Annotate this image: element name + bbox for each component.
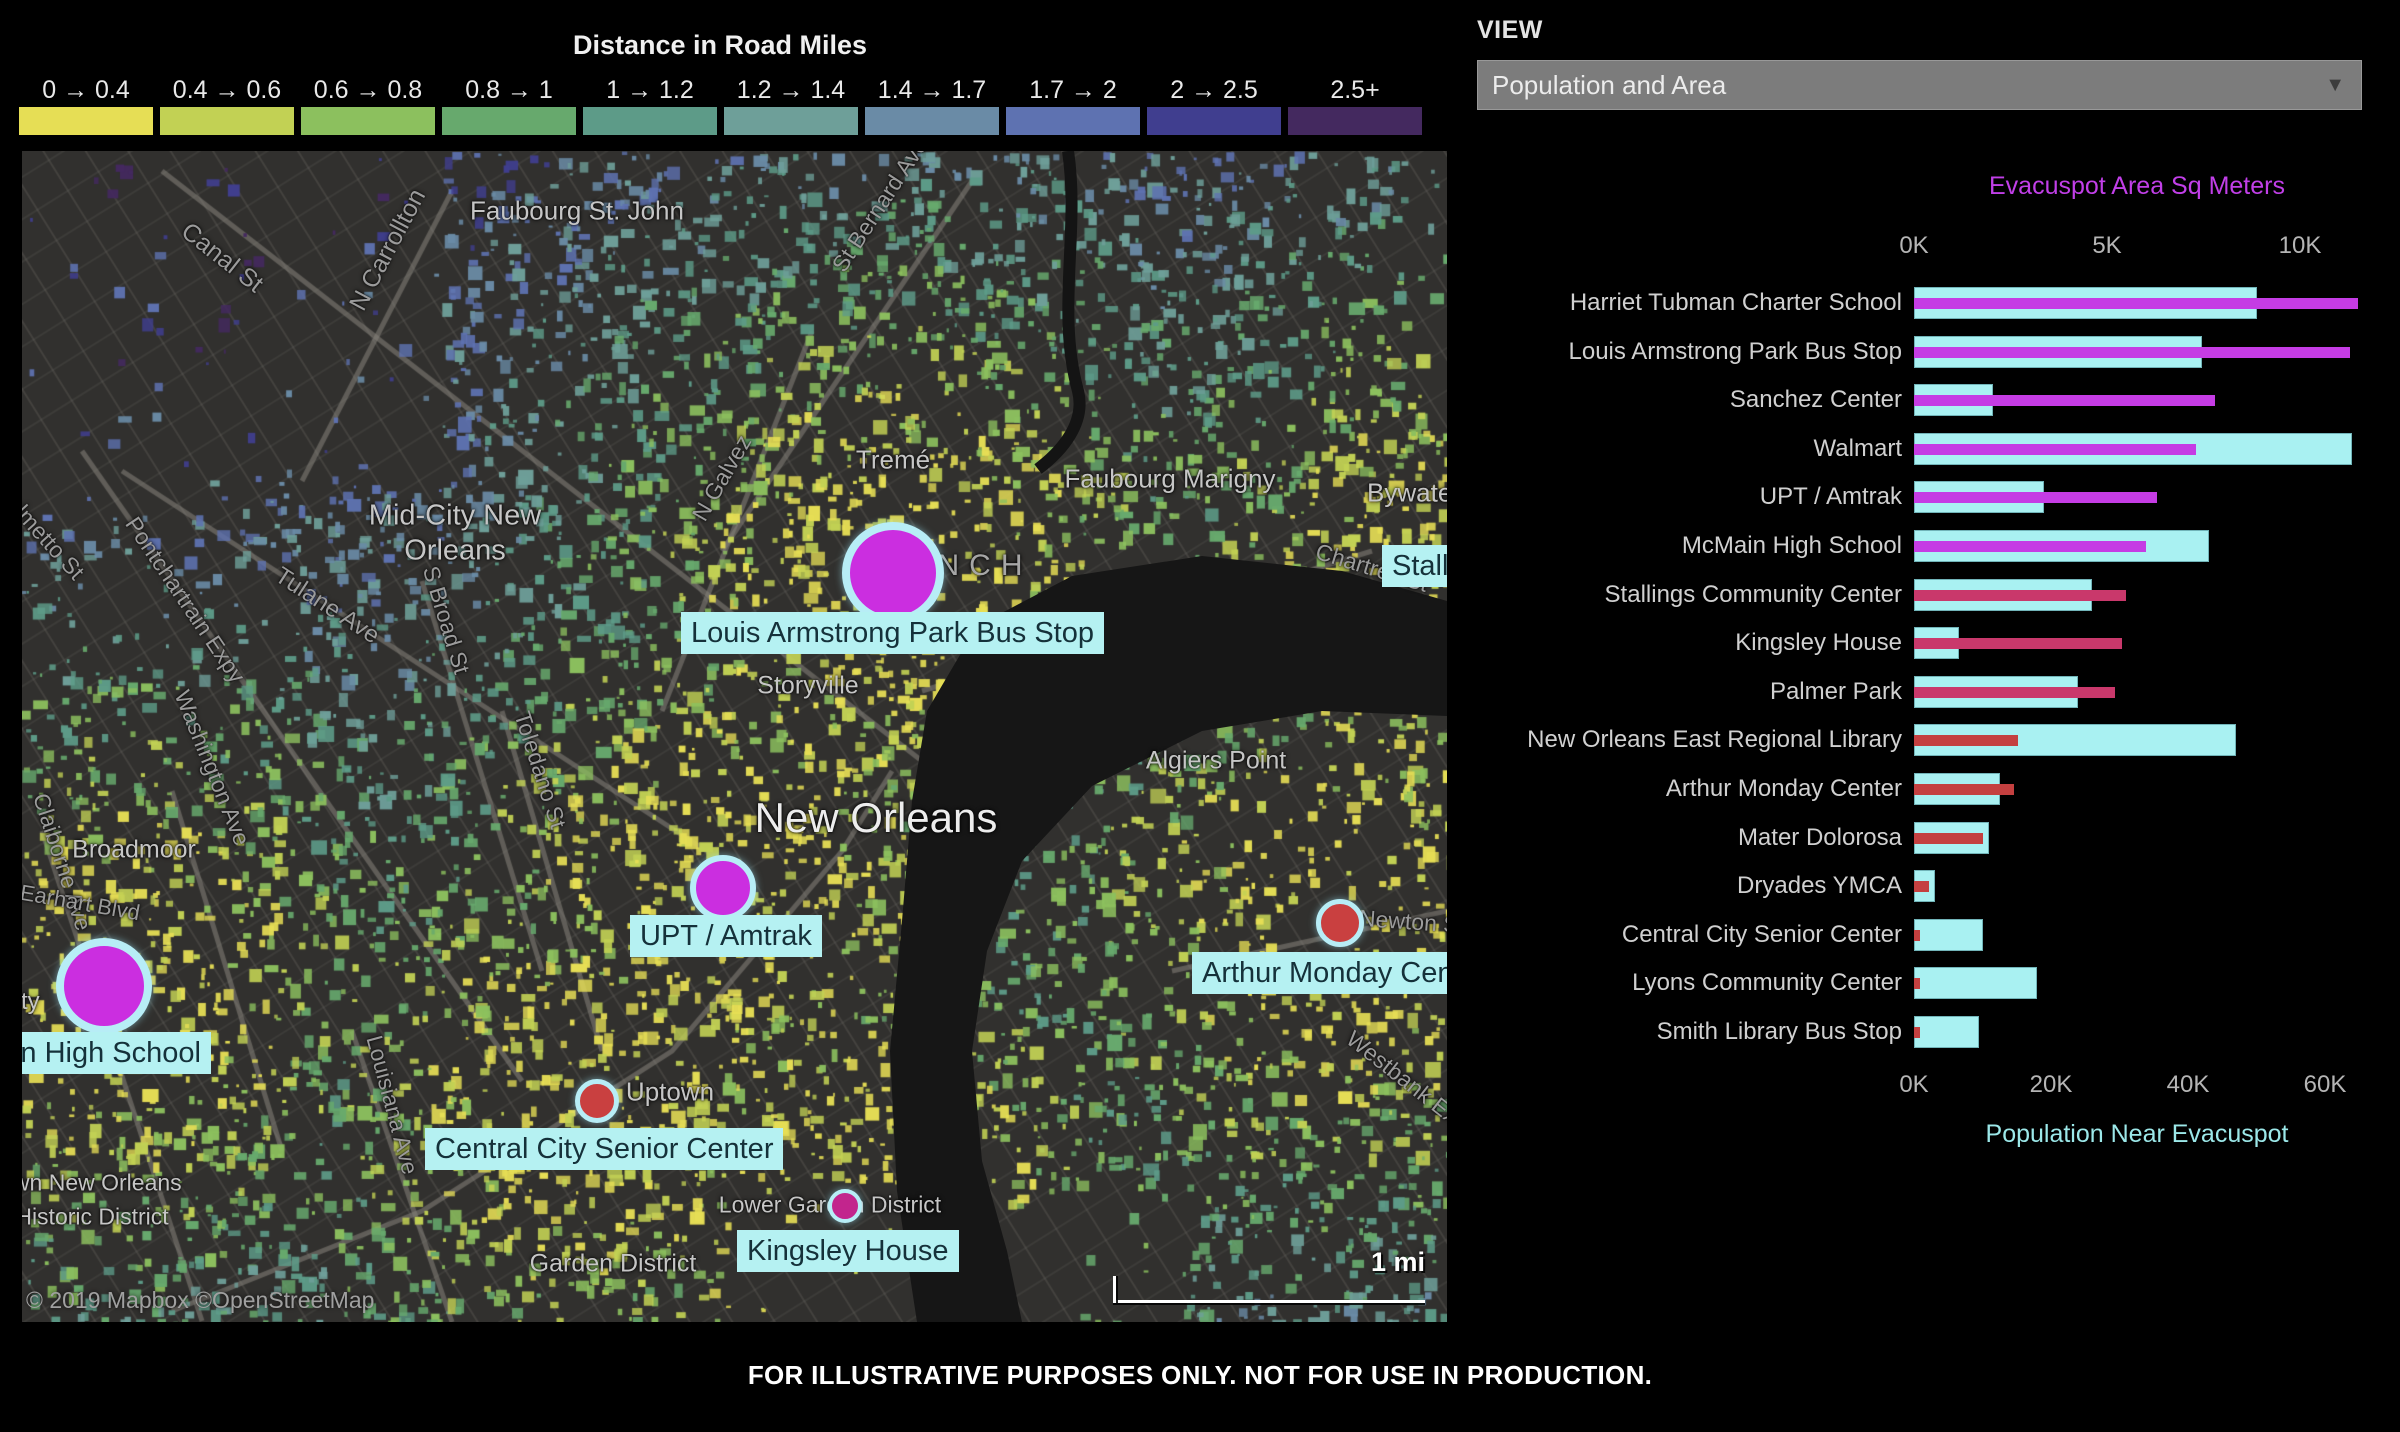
bar-row-label: Arthur Monday Center (1455, 774, 1902, 804)
evacuspot-label-arthur-monday-center: Arthur Monday Center (1192, 952, 1447, 994)
evacuspot-dot-central-city-senior-center[interactable] (575, 1079, 619, 1123)
map-area-label: Uptown New Orleans (22, 1170, 182, 1197)
bar-row-label: Stallings Community Center (1455, 580, 1902, 610)
evacuspot-dot-louis-armstrong-park-bus-stop[interactable] (842, 522, 944, 624)
scale-bar-tick (1113, 1276, 1116, 1303)
bar-row-label: Harriet Tubman Charter School (1455, 288, 1902, 318)
footer-disclaimer: FOR ILLUSTRATIVE PURPOSES ONLY. NOT FOR … (0, 1360, 2400, 1391)
bar-row-label: Smith Library Bus Stop (1455, 1017, 1902, 1047)
area-bar[interactable] (1914, 930, 1920, 941)
area-axis-tick: 5K (2067, 232, 2147, 260)
population-bar[interactable] (1914, 919, 1983, 951)
view-selected-value: Population and Area (1492, 61, 1726, 109)
scale-bar-label: 1 mi (1275, 1247, 1425, 1278)
area-bar[interactable] (1914, 347, 2350, 358)
area-bar[interactable] (1914, 395, 2215, 406)
population-bar[interactable] (1914, 967, 2037, 999)
legend-swatch[interactable] (583, 107, 717, 135)
evacuspot-dot-mcmain-high-school[interactable] (56, 938, 152, 1034)
bar-row-label: Mater Dolorosa (1455, 823, 1902, 853)
area-axis-title: Evacuspot Area Sq Meters (1914, 172, 2360, 201)
view-label: VIEW (1477, 16, 1543, 45)
bar-row-label: Central City Senior Center (1455, 920, 1902, 950)
map-area-label: Orleans (404, 535, 506, 568)
evacuspot-label-central-city-senior-center: Central City Senior Center (425, 1128, 783, 1170)
bar-row-label: Lyons Community Center (1455, 968, 1902, 998)
legend-swatch[interactable] (865, 107, 999, 135)
view-dropdown[interactable]: Population and Area ▼ (1477, 60, 2362, 110)
population-axis-title: Population Near Evacuspot (1914, 1120, 2360, 1149)
map-area-label: Storyville (757, 672, 858, 701)
population-axis-tick: 0K (1874, 1071, 1954, 1099)
area-bar[interactable] (1914, 881, 1929, 892)
evacuspot-label-kingsley-house: Kingsley House (737, 1230, 959, 1272)
map-area-label: Broadmoor (72, 836, 196, 865)
area-axis-tick: 0K (1874, 232, 1954, 260)
area-bar[interactable] (1914, 492, 2157, 503)
population-axis-tick: 40K (2148, 1071, 2228, 1099)
map[interactable]: Faubourg St. JohnCanal StN CarrolltonMid… (22, 151, 1447, 1322)
legend-swatch[interactable] (1006, 107, 1140, 135)
legend-title: Distance in Road Miles (0, 30, 1440, 61)
legend-swatch[interactable] (724, 107, 858, 135)
map-area-label: Tremé (856, 445, 930, 476)
area-bar[interactable] (1914, 638, 2122, 649)
bar-row-label: Kingsley House (1455, 628, 1902, 658)
legend-swatch[interactable] (160, 107, 294, 135)
population-axis-tick: 60K (2285, 1071, 2365, 1099)
bar-row-label: Dryades YMCA (1455, 871, 1902, 901)
area-bar[interactable] (1914, 590, 2126, 601)
evacuspot-label-louis-armstrong-park-bus-stop: Louis Armstrong Park Bus Stop (681, 612, 1104, 654)
map-area-label: Garden District (530, 1250, 697, 1279)
map-area-label: New Orleans (755, 794, 998, 842)
map-area-label: Algiers Point (1146, 747, 1286, 776)
map-area-label: Uptown (626, 1077, 714, 1108)
evacuspot-label-upt-amtrak: UPT / Amtrak (630, 915, 822, 957)
area-bar[interactable] (1914, 735, 2018, 746)
evacuspot-dot-kingsley-house[interactable] (828, 1189, 862, 1223)
map-area-label: Bywater (1367, 478, 1447, 509)
area-axis-tick: 10K (2260, 232, 2340, 260)
map-area-label: Historic District (22, 1204, 169, 1231)
bar-row-label: Walmart (1455, 434, 1902, 464)
legend-swatch[interactable] (1288, 107, 1422, 135)
bar-row-label: Palmer Park (1455, 677, 1902, 707)
map-area-label: Faubourg Marigny (1065, 464, 1276, 495)
legend-swatch[interactable] (1147, 107, 1281, 135)
evacuspot-dot-upt-amtrak[interactable] (690, 855, 756, 921)
population-axis-tick: 20K (2011, 1071, 2091, 1099)
legend-swatch[interactable] (442, 107, 576, 135)
area-bar[interactable] (1914, 298, 2358, 309)
scale-bar (1113, 1300, 1425, 1303)
bar-row-label: New Orleans East Regional Library (1455, 725, 1902, 755)
dashboard: { "legend": { "title": "Distance in Road… (0, 0, 2400, 1432)
legend-swatch[interactable] (19, 107, 153, 135)
map-area-label: University (22, 988, 40, 1016)
bar-row-label: Sanchez Center (1455, 385, 1902, 415)
area-bar[interactable] (1914, 833, 1983, 844)
evacuspot-dot-arthur-monday-center[interactable] (1316, 899, 1364, 947)
area-bar[interactable] (1914, 1027, 1920, 1038)
bar-row-label: McMain High School (1455, 531, 1902, 561)
area-bar[interactable] (1914, 784, 2014, 795)
legend-category-label: 2.5+ (1268, 76, 1442, 104)
bar-row-label: UPT / Amtrak (1455, 482, 1902, 512)
evacuspot-label-stallings-community-center: Stallings Community Center (1382, 545, 1447, 587)
chevron-down-icon: ▼ (2325, 61, 2345, 109)
map-area-label: Faubourg St. John (470, 196, 684, 227)
bar-row-label: Louis Armstrong Park Bus Stop (1455, 337, 1902, 367)
map-attribution: © 2019 Mapbox ©OpenStreetMap (26, 1287, 374, 1314)
legend-swatch[interactable] (301, 107, 435, 135)
area-bar[interactable] (1914, 444, 2196, 455)
area-bar[interactable] (1914, 978, 1920, 989)
area-bar[interactable] (1914, 687, 2115, 698)
evacuspot-label-mcmain-high-school: McMain High School (22, 1032, 211, 1074)
map-area-label: Mid-City New (369, 500, 541, 533)
population-bar[interactable] (1914, 1016, 1979, 1048)
area-bar[interactable] (1914, 541, 2146, 552)
